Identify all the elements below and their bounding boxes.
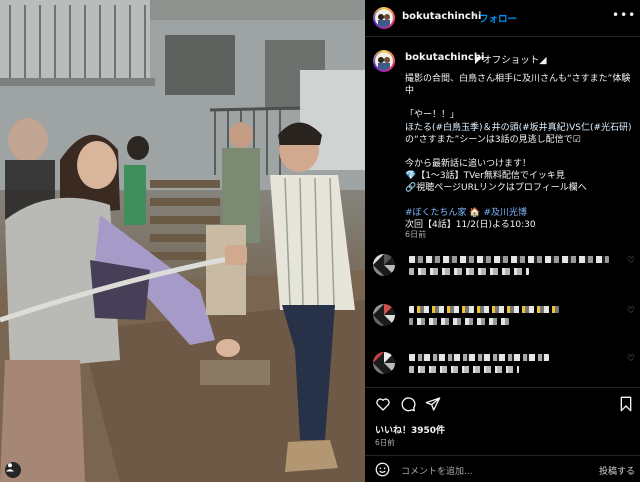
post-photo xyxy=(0,0,365,482)
post-actions xyxy=(365,395,640,415)
comment-item: ♡ xyxy=(373,302,635,342)
caption-line: の“さすまた”シーンは3話の見逃し配信で☑ xyxy=(405,134,581,145)
comment-text-mosaic xyxy=(409,306,559,313)
comment-item: ♡ xyxy=(373,252,635,292)
comment-avatar[interactable] xyxy=(373,304,395,326)
profile-avatar[interactable] xyxy=(373,7,395,29)
header-separator: • xyxy=(472,10,478,21)
photo-scene xyxy=(0,0,365,482)
caption-line: ほたる(#白鳥玉季)＆井の頭(#坂井真紀)VS仁(#光石研) xyxy=(405,122,632,133)
caption-avatar[interactable] xyxy=(373,50,395,72)
caption-line: 「やー！！」 xyxy=(405,110,460,121)
actions-divider xyxy=(365,387,640,388)
post-caption: 撮影の合間、白鳥さん相手に及川さんも“さすまた”体験 中 「やー！！」 ほたる(… xyxy=(405,73,633,231)
caption-line: 中 xyxy=(405,86,415,97)
comment-input[interactable]: コメントを追加... xyxy=(401,464,473,477)
comment-divider xyxy=(365,455,640,456)
follow-button[interactable]: フォロー xyxy=(479,11,517,25)
comment-box: コメントを追加... 投稿する xyxy=(365,458,640,482)
caption-timestamp: 6日前 xyxy=(405,230,427,239)
comment-text-mosaic xyxy=(409,318,509,325)
share-icon[interactable] xyxy=(424,395,442,413)
caption-line: 次回【4話】11/2(日)よる10:30 xyxy=(405,219,536,230)
comment-text-mosaic xyxy=(409,354,549,361)
comment-avatar[interactable] xyxy=(373,254,395,276)
comment-item: ♡ xyxy=(373,350,635,390)
post-sidebar: bokutachinchi • フォロー ••• bokutachinchi ◤… xyxy=(365,0,640,482)
tagged-user-icon[interactable] xyxy=(5,462,21,478)
comment-avatar[interactable] xyxy=(373,352,395,374)
comment-like-icon[interactable]: ♡ xyxy=(627,256,635,266)
comment-like-icon[interactable]: ♡ xyxy=(627,354,635,364)
comment-text-mosaic xyxy=(409,268,529,275)
comment-text-mosaic xyxy=(409,256,609,263)
post-age: 6日前 xyxy=(375,438,395,447)
header-username[interactable]: bokutachinchi xyxy=(402,11,481,22)
bookmark-icon[interactable] xyxy=(617,395,635,413)
post-header: bokutachinchi • フォロー ••• xyxy=(365,0,640,37)
caption-line: 今から最新話に追いつけます！ xyxy=(405,159,532,170)
more-options-icon[interactable]: ••• xyxy=(612,8,636,22)
caption-line: 撮影の合間、白鳥さん相手に及川さんも“さすまた”体験 xyxy=(405,74,631,84)
caption-title: ◤オフショット◢ xyxy=(475,55,547,66)
post-comment-button[interactable]: 投稿する xyxy=(599,464,635,477)
caption-line: 🔗視聴ページURLリンクはプロフィール欄へ xyxy=(405,183,587,194)
comment-icon[interactable] xyxy=(399,395,417,413)
comment-text-mosaic xyxy=(409,366,519,373)
caption-line: 💎【1〜3話】TVer無料配信でイッキ見 xyxy=(405,171,565,182)
heart-icon[interactable] xyxy=(374,395,392,413)
comment-like-icon[interactable]: ♡ xyxy=(627,306,635,316)
smiley-icon[interactable] xyxy=(375,462,390,481)
hashtag-line[interactable]: #ぼくたちん家 🏠 #及川光博 xyxy=(405,207,633,219)
caption-username[interactable]: bokutachinchi xyxy=(405,52,484,63)
likes-count[interactable]: いいね！3950件 xyxy=(375,423,445,436)
